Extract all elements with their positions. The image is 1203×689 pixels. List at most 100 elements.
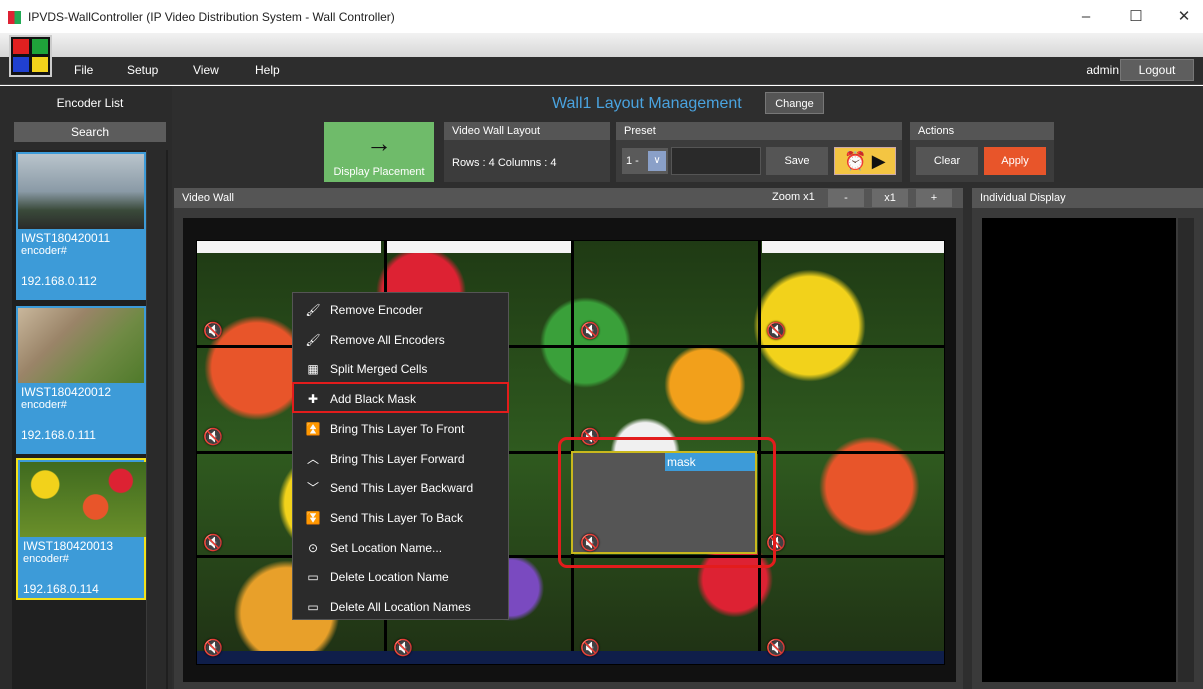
minus-icon: ▭ <box>307 570 319 585</box>
encoder-item[interactable]: IWST180420011 encoder# 192.168.0.112 <box>16 152 146 300</box>
preset-select[interactable]: 1 - ∨ <box>622 148 668 174</box>
encoder-type: encoder# <box>23 553 69 565</box>
chevron-up-icon: ︿ <box>306 451 319 466</box>
context-menu-label: Remove All Encoders <box>330 332 445 347</box>
maximize-button[interactable]: ☐ <box>1124 6 1148 28</box>
encoder-list-scrollbar[interactable] <box>146 150 166 689</box>
encoder-ip: 192.168.0.111 <box>21 428 96 442</box>
zoom-in-button[interactable]: + <box>916 189 952 207</box>
menu-setup[interactable]: Setup <box>127 63 158 77</box>
zoom-level: Zoom x1 <box>772 191 815 203</box>
preset-header: Preset <box>616 122 902 140</box>
menu-help[interactable]: Help <box>255 63 280 77</box>
speaker-muted-icon[interactable]: 🔇 <box>580 321 600 341</box>
change-button[interactable]: Change <box>765 92 824 114</box>
clear-button[interactable]: Clear <box>916 147 978 175</box>
encoder-item-selected[interactable]: IWST180420013 encoder# 192.168.0.114 <box>16 458 146 600</box>
encoder-type: encoder# <box>21 399 67 411</box>
preset-name-input[interactable] <box>671 147 761 175</box>
speaker-muted-icon[interactable]: 🔇 <box>580 638 600 658</box>
speaker-muted-icon[interactable]: 🔇 <box>203 533 223 553</box>
schedule-play-button[interactable]: ⏰ ▶ <box>834 147 896 175</box>
minimize-button[interactable]: – <box>1074 6 1098 28</box>
window-title: IPVDS-WallController (IP Video Distribut… <box>28 10 395 24</box>
context-menu: 🖌 Remove Encoder 🖌 Remove All Encoders ▦ Spli… <box>292 292 509 620</box>
search-button[interactable]: Search <box>14 122 166 142</box>
speaker-muted-icon[interactable]: 🔇 <box>203 638 223 658</box>
context-menu-label: Bring This Layer Forward <box>330 451 465 466</box>
grid-icon: ▦ <box>307 362 319 377</box>
encoder-ip: 192.168.0.112 <box>21 274 97 288</box>
encoder-list-title: Encoder List <box>56 96 124 110</box>
save-preset-button[interactable]: Save <box>766 147 828 175</box>
apply-button[interactable]: Apply <box>984 147 1046 175</box>
close-button[interactable]: ✕ <box>1172 6 1196 28</box>
double-up-icon: ⏫ <box>305 421 321 436</box>
taskbar-strip <box>197 651 944 664</box>
rows-columns-value: Rows : 4 Columns : 4 <box>452 157 557 169</box>
individual-display-header: Individual Display <box>972 188 1203 208</box>
tile-title-bar <box>197 241 381 253</box>
app-icon <box>8 11 21 24</box>
tile-title-bar <box>762 241 944 253</box>
context-menu-label: Send This Layer To Back <box>330 510 463 525</box>
actions-header: Actions <box>910 122 1054 140</box>
context-menu-item[interactable]: ﹀ Send This Layer Backward <box>293 474 508 503</box>
chevron-down-icon: ﹀ <box>306 481 319 496</box>
context-menu-item[interactable]: 🖌 Remove Encoder <box>293 296 508 325</box>
logout-button[interactable]: Logout <box>1120 59 1194 81</box>
menu-view[interactable]: View <box>193 63 219 77</box>
encoder-thumbnail <box>18 154 144 229</box>
mask-highlight-outline <box>558 437 776 568</box>
speaker-muted-icon[interactable]: 🔇 <box>766 638 786 658</box>
encoder-ip: 192.168.0.114 <box>23 582 99 596</box>
encoder-name: IWST180420011 <box>21 231 111 245</box>
context-menu-item[interactable]: ▭ Delete Location Name <box>293 563 508 592</box>
brush-icon: 🖌 <box>305 332 321 347</box>
context-menu-item[interactable]: ︿ Bring This Layer Forward <box>293 445 508 474</box>
context-menu-label: Set Location Name... <box>330 540 443 555</box>
brush-icon: 🖌 <box>305 303 321 317</box>
speaker-muted-icon[interactable]: 🔇 <box>393 638 413 658</box>
context-menu-item[interactable]: ▭ Delete All Location Names <box>293 593 508 622</box>
location-pin-icon: ⊙ <box>307 540 319 555</box>
speaker-muted-icon[interactable]: 🔇 <box>766 321 786 341</box>
video-wall-layout-header: Video Wall Layout <box>444 122 610 140</box>
double-down-icon: ⏬ <box>305 510 321 525</box>
context-menu-label: Remove Encoder <box>330 303 423 317</box>
encoder-thumbnail <box>20 462 146 537</box>
header-band <box>0 33 1203 57</box>
context-menu-item[interactable]: ⏫ Bring This Layer To Front <box>293 415 508 444</box>
context-menu-highlight <box>292 382 509 413</box>
context-menu-label: Send This Layer Backward <box>330 481 474 496</box>
page-title: Wall1 Layout Management <box>552 95 742 112</box>
context-menu-label: Bring This Layer To Front <box>330 421 465 436</box>
menu-file[interactable]: File <box>74 63 93 77</box>
chevron-down-icon: ∨ <box>648 151 666 171</box>
encoder-name: IWST180420013 <box>23 539 114 553</box>
display-placement-button[interactable]: → Display Placement <box>324 122 434 182</box>
context-menu-item[interactable]: ⏬ Send This Layer To Back <box>293 504 508 533</box>
play-icon: ▶ <box>871 151 886 171</box>
tile-title-bar <box>387 241 571 253</box>
arrow-right-icon: → <box>366 128 392 158</box>
speaker-muted-icon[interactable]: 🔇 <box>203 321 223 341</box>
menu-bar <box>0 57 1203 85</box>
individual-display-canvas[interactable] <box>982 218 1176 682</box>
context-menu-item[interactable]: ⊙ Set Location Name... <box>293 534 508 563</box>
user-name: admin <box>1086 63 1119 77</box>
zoom-reset-button[interactable]: x1 <box>872 189 908 207</box>
context-menu-label: Delete Location Name <box>330 570 449 585</box>
context-menu-item[interactable]: 🖌 Remove All Encoders <box>293 326 508 355</box>
app-logo <box>9 35 52 77</box>
context-menu-item[interactable]: ▦ Split Merged Cells <box>293 355 508 384</box>
encoder-type: encoder# <box>21 245 67 257</box>
display-placement-label: Display Placement <box>333 166 425 178</box>
context-menu-label: Delete All Location Names <box>330 600 471 614</box>
zoom-out-button[interactable]: - <box>828 189 864 207</box>
preset-select-value: 1 - <box>626 155 639 167</box>
speaker-muted-icon[interactable]: 🔇 <box>203 427 223 447</box>
encoder-item[interactable]: IWST180420012 encoder# 192.168.0.111 <box>16 306 146 454</box>
alarm-clock-icon: ⏰ <box>844 151 867 171</box>
individual-display-scrollbar[interactable] <box>1178 218 1194 682</box>
